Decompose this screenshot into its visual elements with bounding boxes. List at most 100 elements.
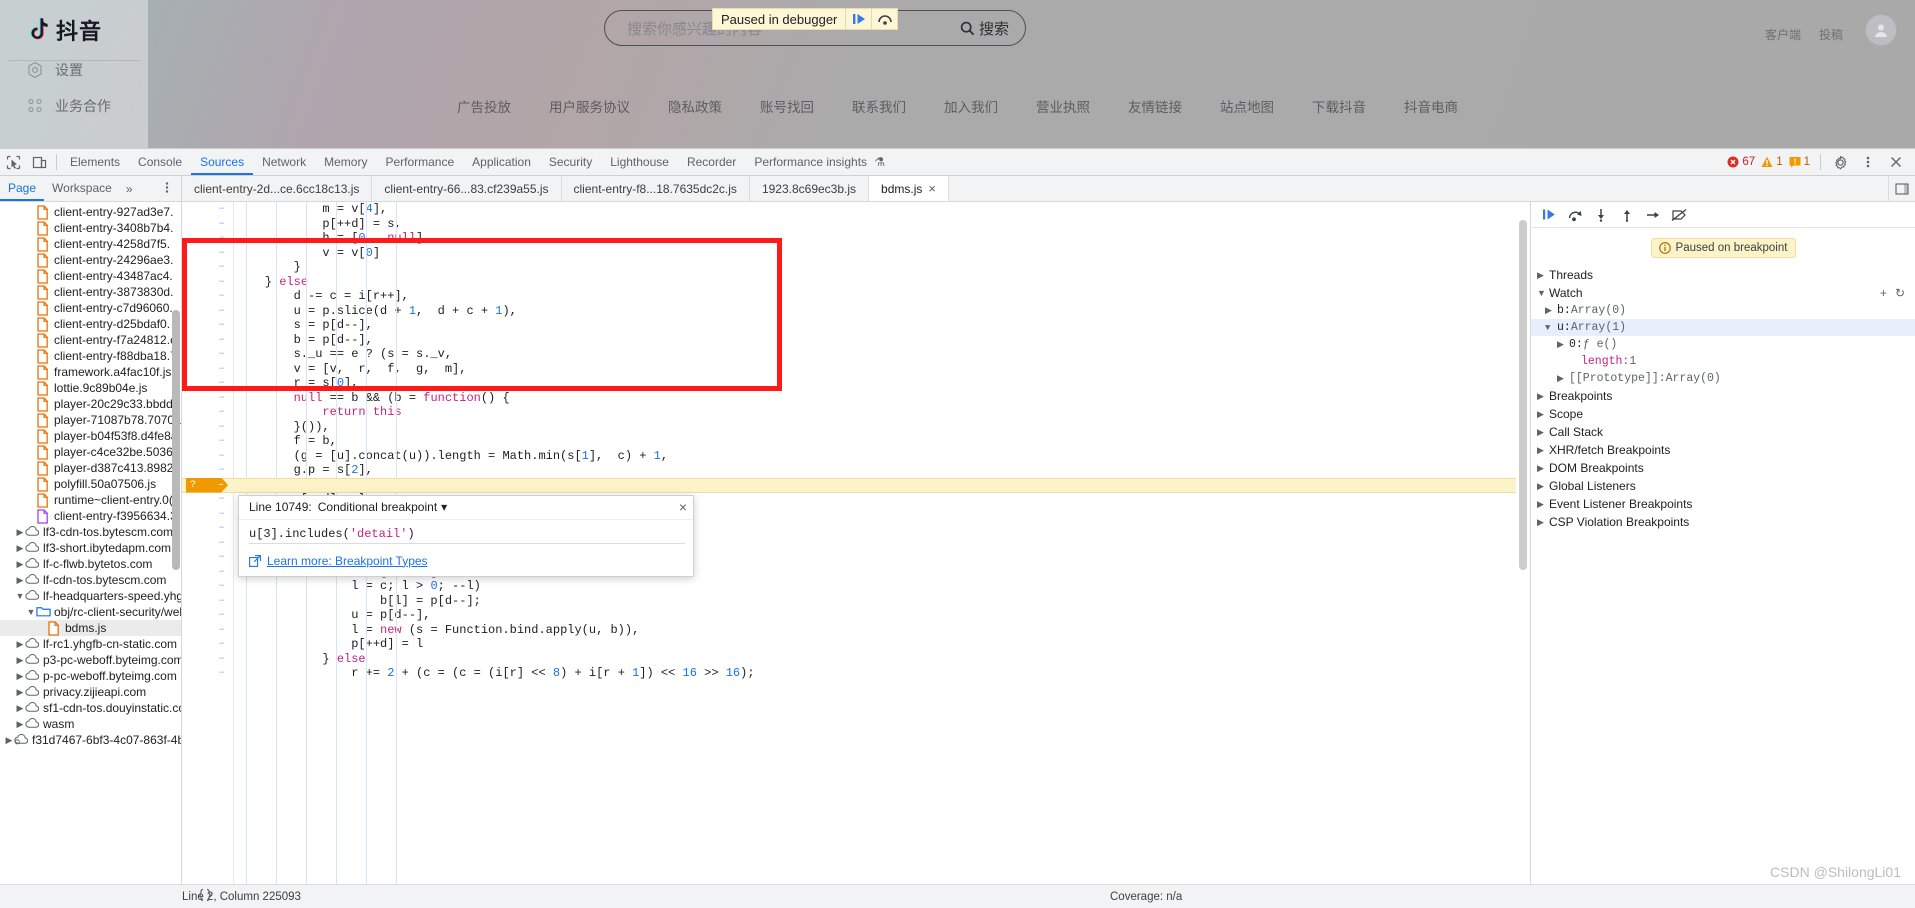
file-tree-item[interactable]: client-entry-d25bdaf0. [0,316,181,332]
twisty-collapsed-icon[interactable]: ▶ [1537,409,1549,420]
file-tree-item[interactable]: ▼lf-headquarters-speed.yhgf [0,588,181,604]
file-tree-item[interactable]: player-c4ce32be.5036c [0,444,181,460]
editor-tab[interactable]: 1923.8c69ec3b.js [750,176,869,201]
footer-link[interactable]: 抖音电商 [1404,96,1458,116]
gutter-line[interactable]: – [182,594,233,609]
step-icon[interactable] [1641,204,1665,226]
file-tree-item[interactable]: framework.a4fac10f.js [0,364,181,380]
twisty-collapsed-icon[interactable]: ▶ [1537,445,1549,456]
file-tree-item[interactable]: client-entry-3873830d. [0,284,181,300]
editor-vertical-scrollbar[interactable] [1518,202,1529,908]
editor-tab[interactable]: client-entry-f8...18.7635dc2c.js [562,176,750,201]
footer-link[interactable]: 联系我们 [852,96,906,116]
debugger-section-breakpoints[interactable]: ▶Breakpoints [1531,387,1915,405]
file-tree-item[interactable]: ▶lf-cdn-tos.bytescm.com [0,572,181,588]
deactivate-breakpoints-icon[interactable] [1667,204,1691,226]
debugger-section-event-listener-breakpoints[interactable]: ▶Event Listener Breakpoints [1531,495,1915,513]
debugger-section-threads[interactable]: ▶Threads [1531,266,1915,284]
gutter-line[interactable]: – [182,275,233,290]
gutter-line[interactable]: – [182,652,233,667]
twisty-collapsed-icon[interactable]: ▶ [1537,270,1549,281]
footer-link[interactable]: 用户服务协议 [549,96,630,116]
gutter-line[interactable]: – [182,260,233,275]
link-client[interactable]: 客户端 [1765,26,1801,43]
editor-panel-toggle[interactable] [1888,176,1915,201]
gutter-line[interactable]: – [182,289,233,304]
twisty-collapsed-icon[interactable]: ▶ [1537,517,1549,528]
debugger-section-xhr-fetch-breakpoints[interactable]: ▶XHR/fetch Breakpoints [1531,441,1915,459]
source-code-editor[interactable]: –––––––––––––––––––?––––––––––––– m = v[… [182,202,1530,908]
editor-gutter[interactable]: –––––––––––––––––––?––––––––––––– [182,202,234,908]
douyin-logo[interactable]: 抖音 [28,14,102,46]
file-tree-item[interactable]: ▶lf-c-flwb.bytetos.com [0,556,181,572]
gutter-line[interactable]: – [182,492,233,507]
gutter-line[interactable]: – [182,521,233,536]
watch-expression-row[interactable]: ▼u : Array(1) [1531,319,1915,336]
editor-tab[interactable]: client-entry-2d...ce.6cc18c13.js [182,176,372,201]
twisty-collapsed-icon[interactable]: ▶ [1537,481,1549,492]
settings-gear-icon[interactable] [1827,149,1853,175]
twisty-collapsed-icon[interactable]: ▶ [1537,499,1549,510]
gutter-line[interactable]: – [182,565,233,580]
tab-lighthouse[interactable]: Lighthouse [601,149,678,175]
debugger-section-call-stack[interactable]: ▶Call Stack [1531,423,1915,441]
footer-link[interactable]: 隐私政策 [668,96,722,116]
conditional-breakpoint-editor[interactable]: Line 10749:Conditional breakpoint▾×u[3].… [238,495,694,577]
add-watch-expression-icon[interactable]: + [1880,286,1887,300]
twisty-collapsed-icon[interactable]: ▶ [15,575,25,586]
watch-expression-row[interactable]: ▶b : Array(0) [1531,302,1915,319]
gutter-line[interactable]: – [182,231,233,246]
file-tree-item[interactable]: runtime~client-entry.0( [0,492,181,508]
resume-icon[interactable] [845,8,871,30]
warning-count-chip[interactable]: 1 [1761,156,1782,168]
gutter-line[interactable]: – [182,202,233,217]
file-tree-item[interactable]: client-entry-f3956634.3 [0,508,181,524]
breakpoint-type-selector[interactable]: Conditional breakpoint▾ [318,500,447,514]
twisty-collapsed-icon[interactable]: ▶ [4,735,14,746]
file-tree-item[interactable]: ▶privacy.zijieapi.com [0,684,181,700]
gutter-line[interactable]: – [182,463,233,478]
twisty-collapsed-icon[interactable]: ▶ [1557,374,1569,384]
editor-tab[interactable]: client-entry-66...83.cf239a55.js [372,176,561,201]
gutter-line[interactable]: – [182,550,233,565]
navigator-more-options-icon[interactable] [153,181,181,197]
tab-security[interactable]: Security [540,149,601,175]
editor-tab-active[interactable]: bdms.js × [869,176,949,201]
file-tree-item[interactable]: lottie.9c89b04e.js [0,380,181,396]
debugger-section-dom-breakpoints[interactable]: ▶DOM Breakpoints [1531,459,1915,477]
nav-tab-workspace[interactable]: Workspace [44,176,120,201]
file-tree-scrollbar[interactable] [172,310,180,570]
editor-vertical-scroll-thumb[interactable] [1519,220,1527,570]
twisty-collapsed-icon[interactable]: ▶ [1537,391,1549,402]
link-submit[interactable]: 投稿 [1819,26,1843,43]
footer-link[interactable]: 账号找回 [760,96,814,116]
footer-link[interactable]: 下载抖音 [1312,96,1366,116]
twisty-collapsed-icon[interactable]: ▶ [15,527,25,538]
twisty-collapsed-icon[interactable]: ▶ [15,655,25,666]
error-count-chip[interactable]: 67 [1727,156,1755,168]
issue-count-chip[interactable]: 1 [1789,156,1810,168]
twisty-collapsed-icon[interactable]: ▶ [15,639,25,650]
file-tree-item[interactable]: client-entry-c7d96060. [0,300,181,316]
gutter-line[interactable]: – [182,434,233,449]
file-tree-item[interactable]: client-entry-24296ae3. [0,252,181,268]
file-tree-item[interactable]: client-entry-4258d7f5. [0,236,181,252]
tab-network[interactable]: Network [253,149,315,175]
twisty-collapsed-icon[interactable]: ▶ [1545,306,1557,316]
file-tree-item[interactable]: client-entry-927ad3e7. [0,204,181,220]
file-tree-item[interactable]: client-entry-3408b7b4. [0,220,181,236]
file-tree-item-selected[interactable]: bdms.js [0,620,181,636]
gutter-line[interactable]: – [182,405,233,420]
twisty-collapsed-icon[interactable]: ▶ [1557,340,1569,350]
twisty-collapsed-icon[interactable]: ▶ [15,687,25,698]
gutter-line[interactable]: – [182,376,233,391]
file-tree-item[interactable]: player-20c29c33.bbdd3 [0,396,181,412]
twisty-collapsed-icon[interactable]: ▶ [1537,463,1549,474]
nav-more-chevron-icon[interactable]: » [120,182,139,196]
step-into-icon[interactable] [1589,204,1613,226]
file-tree-item[interactable]: ▶lf3-cdn-tos.bytescm.com [0,524,181,540]
resume-script-icon[interactable] [1537,204,1561,226]
twisty-collapsed-icon[interactable]: ▶ [15,719,25,730]
file-tree-item[interactable]: polyfill.50a07506.js [0,476,181,492]
file-navigator[interactable]: client-entry-927ad3e7.client-entry-3408b… [0,202,182,908]
